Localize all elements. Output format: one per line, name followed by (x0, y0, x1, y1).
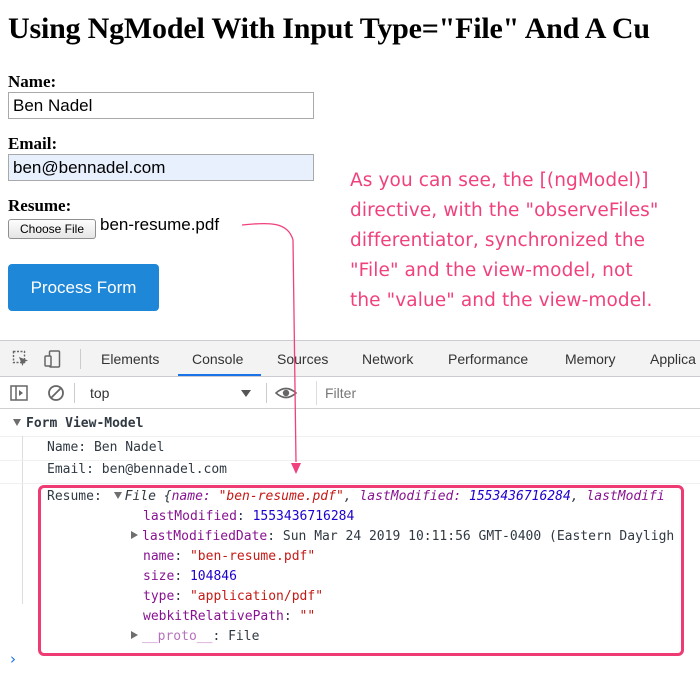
group-title: Form View-Model (26, 416, 144, 431)
console-resume-line: Resume: File {name: "ben-resume.pdf", la… (47, 489, 665, 504)
email-label: Email: (8, 134, 58, 153)
tab-console[interactable]: Console (192, 341, 243, 377)
console-email-line: Email: ben@bennadel.com (47, 462, 228, 477)
row-divider (0, 460, 700, 461)
summary-key: lastModifi (586, 489, 665, 504)
prop-last-modified: lastModified: 1553436716284 (143, 509, 355, 524)
toolbar-divider (74, 383, 75, 403)
expand-triangle-icon[interactable] (131, 531, 138, 539)
expand-triangle-icon[interactable] (113, 492, 122, 499)
resume-label: Resume: (8, 196, 72, 215)
active-tab-indicator (178, 374, 261, 376)
prop-value: "ben-resume.pdf" (189, 549, 316, 564)
summary-value: 1553436716284 (469, 489, 571, 504)
chevron-down-icon[interactable] (241, 390, 251, 397)
annotation-line: the "value" and the view-model. (350, 290, 653, 311)
resume-key: Resume: (47, 489, 102, 504)
devtools-tabbar: Elements Console Sources Network Perform… (0, 340, 700, 377)
summary-value: "ben-resume.pdf" (218, 489, 344, 504)
group-indent-bar (22, 436, 23, 604)
process-form-button[interactable]: Process Form (8, 264, 159, 311)
prop-last-modified-date[interactable]: lastModifiedDate: Sun Mar 24 2019 10:11:… (131, 529, 674, 544)
row-divider (0, 483, 700, 484)
expand-triangle-icon[interactable] (131, 631, 138, 639)
tab-elements[interactable]: Elements (101, 341, 159, 377)
devtools-panel: Elements Console Sources Network Perform… (0, 340, 700, 678)
prop-value: 104846 (189, 569, 237, 584)
prop-value: 1553436716284 (252, 509, 355, 524)
toolbar-divider (266, 383, 267, 403)
choose-file-button[interactable]: Choose File (8, 219, 96, 239)
tab-network[interactable]: Network (362, 341, 413, 377)
prop-value: File (228, 629, 260, 644)
prop-key: type (143, 589, 175, 604)
tab-application[interactable]: Applica (650, 341, 696, 377)
selected-file-name: ben-resume.pdf (100, 215, 220, 234)
tabbar-divider (80, 349, 81, 369)
summary-separator: , (570, 489, 579, 504)
annotation-line: As you can see, the [(ngModel)] (350, 170, 649, 191)
page-title: Using NgModel With Input Type="File" And… (8, 12, 650, 45)
expand-triangle-icon[interactable] (13, 419, 21, 426)
console-prompt[interactable]: › (10, 650, 16, 668)
annotation-line: directive, with the "observeFiles" (350, 200, 659, 221)
prop-key: lastModifiedDate (142, 529, 268, 544)
prop-key: __proto__ (142, 629, 213, 644)
console-name-line: Name: Ben Nadel (47, 440, 165, 455)
file-object-summary[interactable]: File {name: "ben-resume.pdf", lastModifi… (125, 489, 665, 504)
clear-console-icon[interactable] (47, 384, 65, 402)
prop-webkit-relative-path: webkitRelativePath: "" (143, 609, 316, 624)
prop-size: size: 104846 (143, 569, 237, 584)
prop-name: name: "ben-resume.pdf" (143, 549, 316, 564)
email-input[interactable]: ben@bennadel.com (8, 154, 314, 181)
summary-prefix: File { (124, 489, 172, 504)
console-output: Form View-Model Name: Ben Nadel Email: b… (0, 410, 700, 678)
context-selector[interactable]: top (82, 383, 260, 403)
prop-value: Sun Mar 24 2019 10:11:56 GMT-0400 (Easte… (282, 529, 675, 544)
console-toolbar: top Filter (0, 377, 700, 409)
tab-sources[interactable]: Sources (277, 341, 328, 377)
device-toolbar-icon[interactable] (44, 350, 62, 368)
eye-icon[interactable] (275, 384, 297, 402)
console-group-header[interactable]: Form View-Model (13, 416, 143, 431)
summary-separator: , (343, 489, 352, 504)
summary-key: name: (171, 489, 211, 504)
summary-key: lastModified: (359, 489, 462, 504)
prop-key: name (143, 549, 175, 564)
tab-memory[interactable]: Memory (565, 341, 616, 377)
prop-proto[interactable]: __proto__: File (131, 629, 259, 644)
annotation-line: "File" and the view-model, not (350, 260, 633, 281)
annotation-line: differentiator, synchronized the (350, 230, 646, 251)
prop-key: lastModified (143, 509, 237, 524)
sidebar-toggle-icon[interactable] (10, 384, 28, 402)
name-label: Name: (8, 72, 57, 91)
prop-value: "" (299, 609, 316, 624)
annotation-note: As you can see, the [(ngModel)] directiv… (350, 166, 695, 316)
name-input[interactable]: Ben Nadel (8, 92, 314, 119)
console-filter-input[interactable]: Filter (316, 381, 700, 405)
prop-key: webkitRelativePath (143, 609, 284, 624)
prop-key: size (143, 569, 175, 584)
prop-type: type: "application/pdf" (143, 589, 324, 604)
prop-value: "application/pdf" (189, 589, 324, 604)
inspect-element-icon[interactable] (12, 350, 30, 368)
row-divider (0, 436, 700, 437)
tab-performance[interactable]: Performance (448, 341, 528, 377)
